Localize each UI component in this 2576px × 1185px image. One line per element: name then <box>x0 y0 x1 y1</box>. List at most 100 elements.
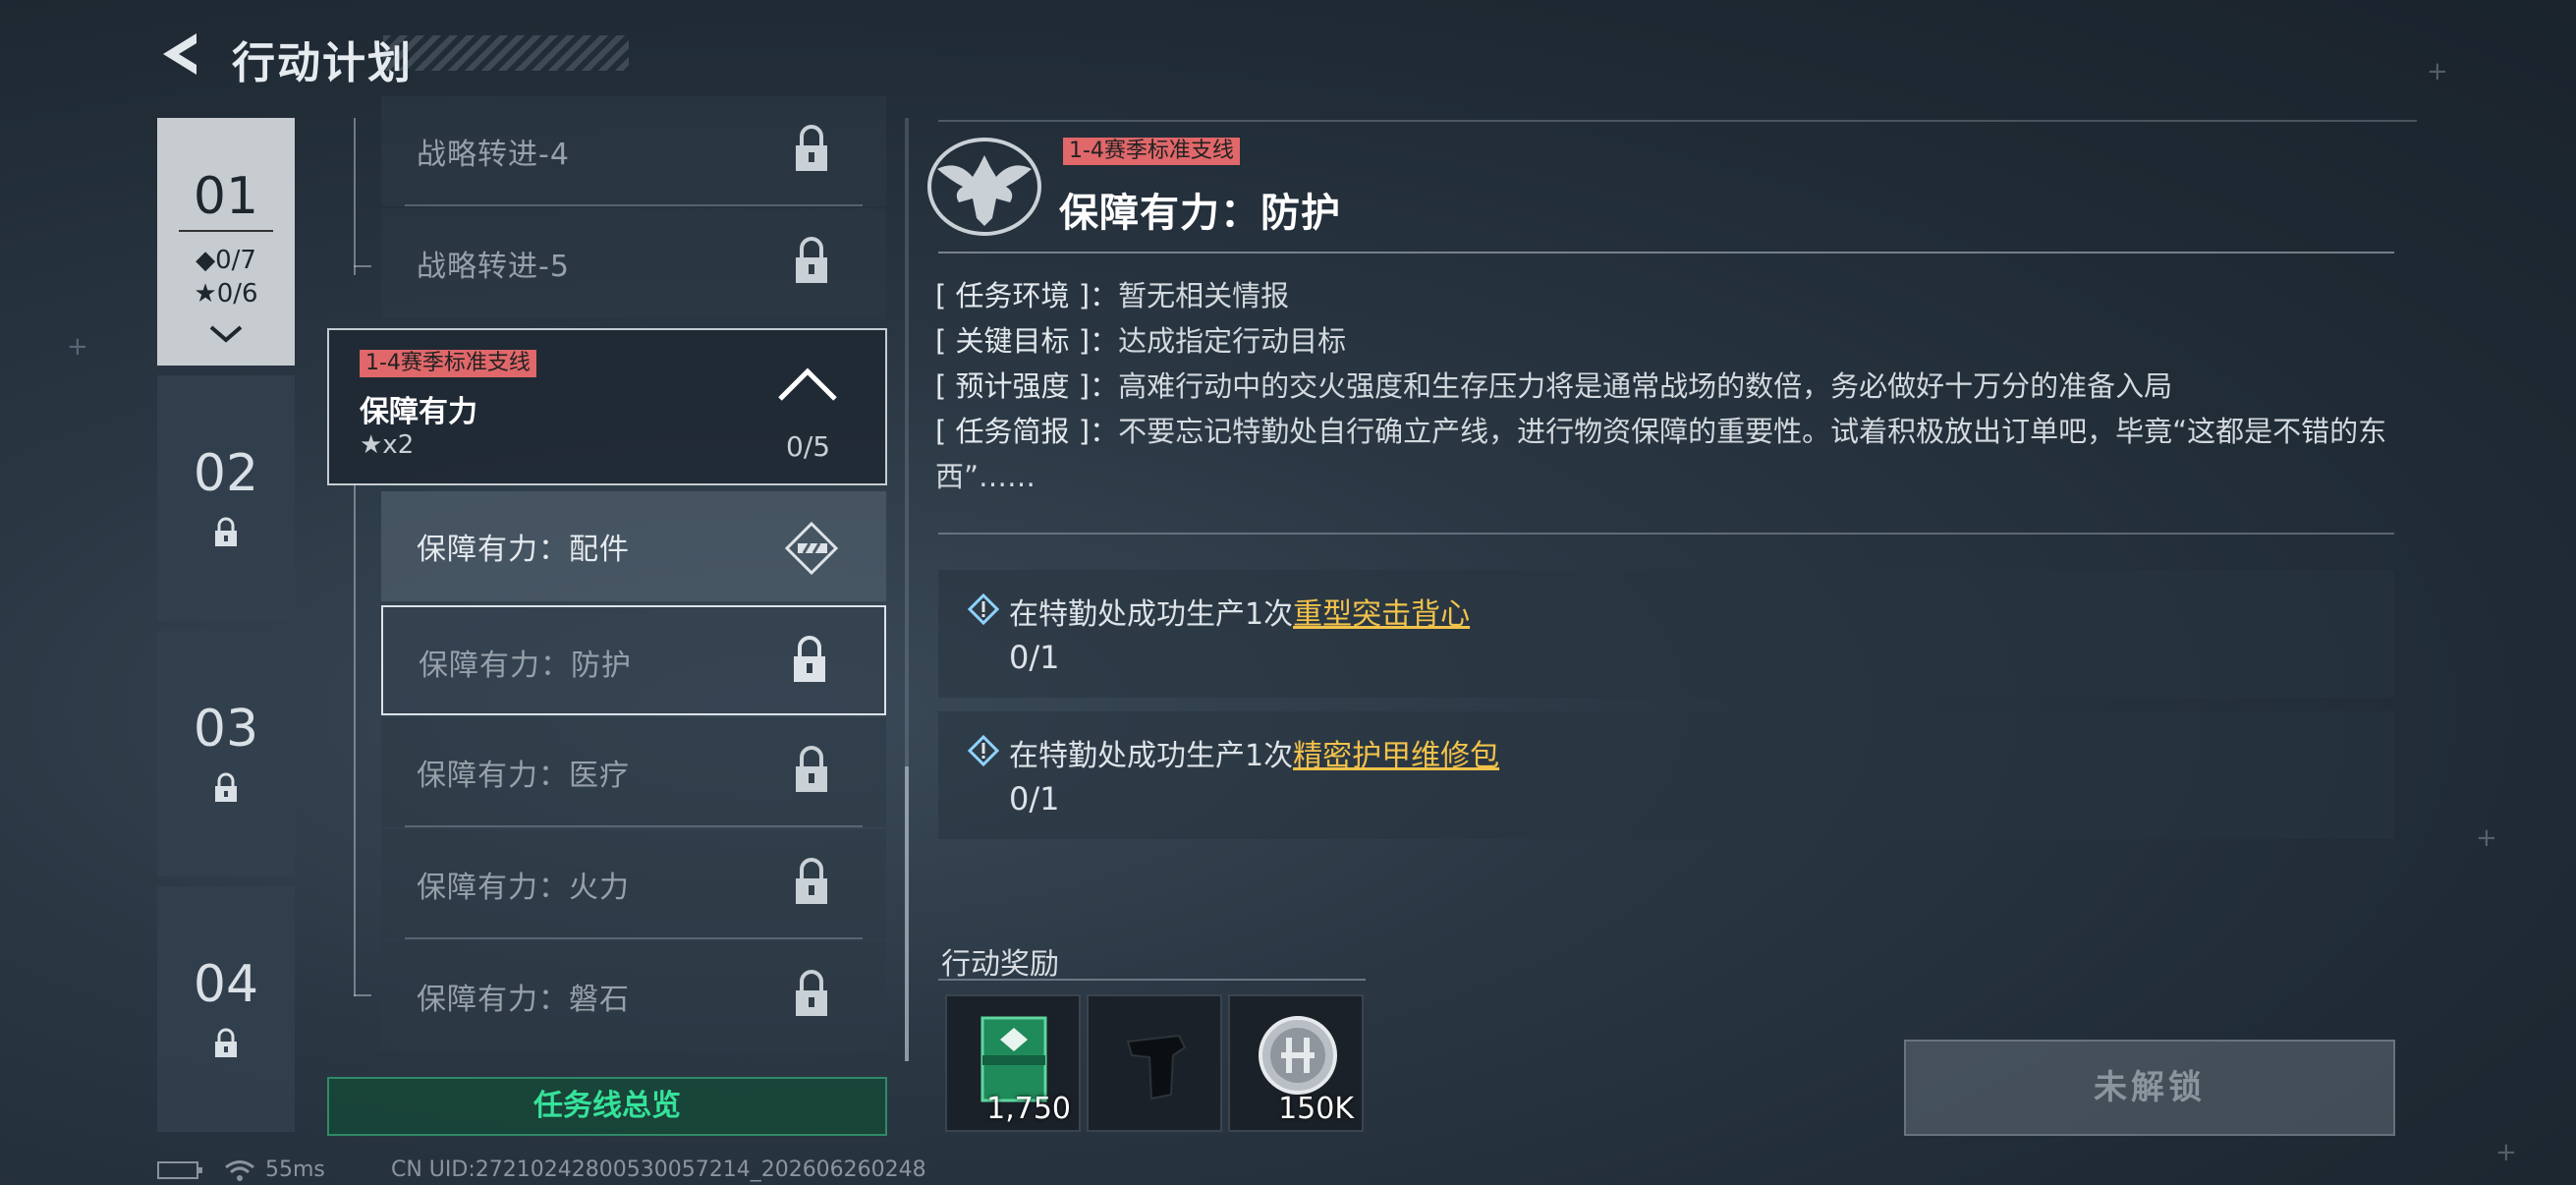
chapter-tab-03[interactable]: 03 <box>157 631 295 876</box>
info-key: [ 任务简报 ]： <box>935 415 1119 448</box>
mission-item[interactable]: 战略转进-5 <box>381 208 886 318</box>
wifi-icon <box>225 1160 254 1181</box>
decor-cross: + <box>2427 57 2448 86</box>
objective-row: 在特勤处成功生产1次精密护甲维修包 0/1 <box>938 711 2394 839</box>
objective-progress: 0/1 <box>1009 639 1060 676</box>
mission-label: 战略转进-5 <box>417 250 570 284</box>
tree-connector <box>354 485 356 996</box>
objective-info-icon <box>968 735 999 766</box>
back-button[interactable] <box>157 29 204 79</box>
tree-connector <box>354 265 371 267</box>
mission-item[interactable]: 战略转进-4 <box>381 96 886 206</box>
season-tag: 1-4赛季标准支线 <box>360 350 536 377</box>
info-key: [ 预计强度 ]： <box>935 369 1119 403</box>
lock-icon <box>796 970 827 1016</box>
status-indicators <box>157 1157 256 1182</box>
info-target: [ 关键目标 ]：达成指定行动目标 <box>935 318 1346 364</box>
season-tag: 1-4赛季标准支线 <box>1063 138 1240 165</box>
ping-indicator: 55ms <box>265 1157 325 1182</box>
lock-icon <box>794 636 825 682</box>
decor-cross: + <box>67 332 88 362</box>
locate-diamond-icon <box>784 521 839 576</box>
chevron-down-icon <box>209 325 243 343</box>
divider <box>938 979 1366 981</box>
divider <box>938 533 2394 535</box>
reward-item[interactable] <box>1087 994 1222 1132</box>
back-arrow-icon <box>163 33 196 75</box>
mission-label: 保障有力：磐石 <box>417 983 630 1017</box>
diamond-progress: ◆0/7 <box>196 246 256 275</box>
reward-item[interactable]: 150K <box>1228 994 1364 1132</box>
objective-text: 在特勤处成功生产1次重型突击背心 <box>1009 590 1470 633</box>
scrollbar-thumb[interactable] <box>905 766 909 1061</box>
unlock-button[interactable]: 未解锁 <box>1904 1040 2395 1136</box>
item-separator <box>405 937 863 939</box>
info-value: 不要忘记特勤处自行确立产线，进行物资保障的重要性。试着积极放出订单吧，毕竟“这都… <box>935 415 2387 493</box>
info-value: 暂无相关情报 <box>1118 279 1290 312</box>
info-environment: [ 任务环境 ]：暂无相关情报 <box>935 273 1289 318</box>
objective-info-icon <box>968 593 999 625</box>
mission-group-reward: ★x2 <box>360 430 415 460</box>
mission-label: 保障有力：医疗 <box>417 759 630 793</box>
reward-quantity: 150K <box>1278 1092 1354 1126</box>
rewards-label: 行动奖励 <box>941 947 1059 982</box>
lock-icon <box>796 125 827 171</box>
info-intensity: [ 预计强度 ]：高难行动中的交火强度和生存压力将是通常战场的数倍，务必做好十万… <box>935 364 2172 409</box>
lock-icon <box>796 746 827 792</box>
title-decoration <box>383 35 629 71</box>
chapter-divider <box>179 230 273 232</box>
star-progress: ★0/6 <box>194 279 258 309</box>
mission-label: 战略转进-4 <box>417 138 570 172</box>
weapon-stock-icon <box>1126 1034 1187 1100</box>
chapter-number: 02 <box>193 444 259 503</box>
tree-connector <box>354 994 371 996</box>
objective-row: 在特勤处成功生产1次重型突击背心 0/1 <box>938 570 2394 698</box>
divider <box>938 120 2417 122</box>
mission-label: 保障有力：防护 <box>419 649 632 683</box>
info-value: 高难行动中的交火强度和生存压力将是通常战场的数倍，务必做好十万分的准备入局 <box>1118 369 2173 403</box>
mission-label: 保障有力：配件 <box>417 533 630 567</box>
reward-quantity: 1,750 <box>986 1092 1071 1126</box>
objective-item-link[interactable]: 重型突击背心 <box>1293 597 1470 632</box>
info-brief: [ 任务简报 ]：不要忘记特勤处自行确立产线，进行物资保障的重要性。试着积极放出… <box>935 409 2399 499</box>
lock-icon <box>796 237 827 283</box>
mission-label: 保障有力：火力 <box>417 871 630 905</box>
lock-icon <box>796 858 827 904</box>
info-key: [ 关键目标 ]： <box>935 324 1119 358</box>
chevron-up-icon[interactable] <box>776 366 839 405</box>
divider <box>938 252 2394 254</box>
mission-detail-title: 保障有力：防护 <box>1059 191 1341 236</box>
objective-item-link[interactable]: 精密护甲维修包 <box>1293 739 1499 773</box>
chapter-tab-04[interactable]: 04 <box>157 886 295 1132</box>
chapter-number: 01 <box>193 167 259 226</box>
mission-item-firepower[interactable]: 保障有力：火力 <box>381 829 886 939</box>
tree-connector <box>354 118 356 275</box>
chapter-number: 03 <box>193 700 259 759</box>
mission-group-title: 保障有力 <box>360 395 477 429</box>
decor-cross: + <box>2476 823 2497 853</box>
mission-overview-button[interactable]: 任务线总览 <box>327 1077 887 1136</box>
objective-text: 在特勤处成功生产1次精密护甲维修包 <box>1009 731 1499 774</box>
objective-prefix: 在特勤处成功生产1次 <box>1009 597 1294 632</box>
info-key: [ 任务环境 ]： <box>935 279 1119 312</box>
decor-cross: + <box>2495 1138 2517 1167</box>
mission-item-protection[interactable]: 保障有力：防护 <box>381 605 886 715</box>
mission-item-parts[interactable]: 保障有力：配件 <box>381 491 886 601</box>
item-separator <box>405 825 863 827</box>
user-uid: CN UID:27210242800530057214_202606260248 <box>391 1157 926 1182</box>
chapter-tab-01[interactable]: 01 ◆0/7 ★0/6 <box>157 118 295 366</box>
objective-prefix: 在特勤处成功生产1次 <box>1009 739 1294 773</box>
mission-group-progress: 0/5 <box>786 430 831 463</box>
item-separator <box>405 204 863 206</box>
info-value: 达成指定行动目标 <box>1118 324 1347 358</box>
eagle-emblem-icon <box>927 138 1041 236</box>
objective-progress: 0/1 <box>1009 780 1060 818</box>
mission-item-bedrock[interactable]: 保障有力：磐石 <box>381 941 886 1051</box>
chapter-number: 04 <box>193 955 259 1014</box>
battery-icon <box>157 1161 202 1179</box>
reward-item[interactable]: 1,750 <box>945 994 1081 1132</box>
lock-icon <box>215 1028 237 1057</box>
mission-item-medical[interactable]: 保障有力：医疗 <box>381 717 886 827</box>
lock-icon <box>215 772 237 802</box>
chapter-tab-02[interactable]: 02 <box>157 375 295 621</box>
